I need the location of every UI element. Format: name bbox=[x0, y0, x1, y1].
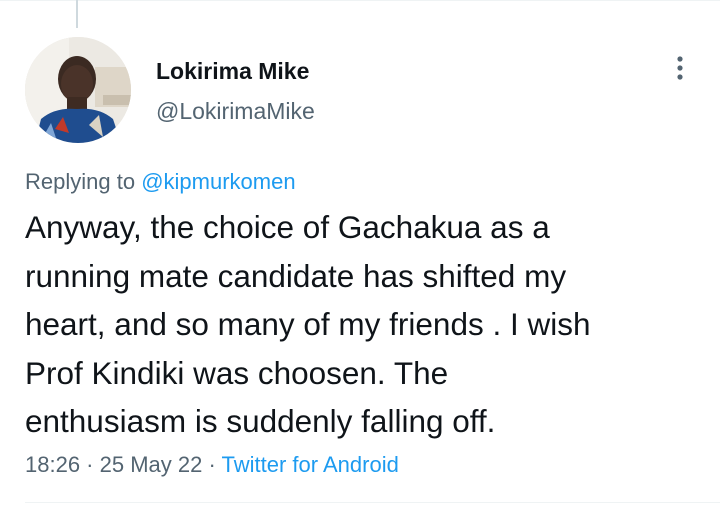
tweet-meta: 18:26 · 25 May 22 · Twitter for Android bbox=[25, 451, 399, 479]
tweet-time[interactable]: 18:26 bbox=[25, 452, 80, 477]
thread-connector-line bbox=[76, 0, 78, 28]
tweet-text-line: Anyway, the choice of Gachakua as a bbox=[25, 209, 550, 245]
tweet-text-line: Prof Kindiki was choosen. The bbox=[25, 354, 449, 391]
tweet-text-line: running mate candidate has shifted my bbox=[25, 257, 567, 294]
meta-separator: · bbox=[80, 452, 100, 477]
tweet-date[interactable]: 25 May 22 bbox=[100, 452, 203, 477]
meta-separator: · bbox=[202, 452, 222, 477]
replying-to-prefix: Replying to bbox=[25, 169, 142, 194]
top-divider bbox=[0, 0, 720, 1]
reply-mention-link[interactable]: @kipmurkomen bbox=[141, 169, 295, 194]
tweet-text-line: heart, and so many of my friends . I wis… bbox=[25, 306, 591, 342]
replying-to: Replying to @kipmurkomen bbox=[25, 168, 296, 196]
bottom-divider bbox=[25, 502, 720, 503]
tweet-source-link[interactable]: Twitter for Android bbox=[222, 452, 399, 477]
more-options-button[interactable] bbox=[664, 52, 696, 84]
author-display-name[interactable]: Lokirima Mike bbox=[156, 57, 309, 85]
avatar[interactable] bbox=[25, 37, 131, 143]
author-handle[interactable]: @LokirimaMike bbox=[156, 97, 315, 125]
tweet-text: Anyway, the choice of Gachakua as a runn… bbox=[25, 203, 705, 446]
profile-photo bbox=[25, 37, 131, 143]
more-vertical-icon bbox=[677, 56, 683, 80]
tweet-text-line: enthusiasm is suddenly falling off. bbox=[25, 403, 496, 439]
